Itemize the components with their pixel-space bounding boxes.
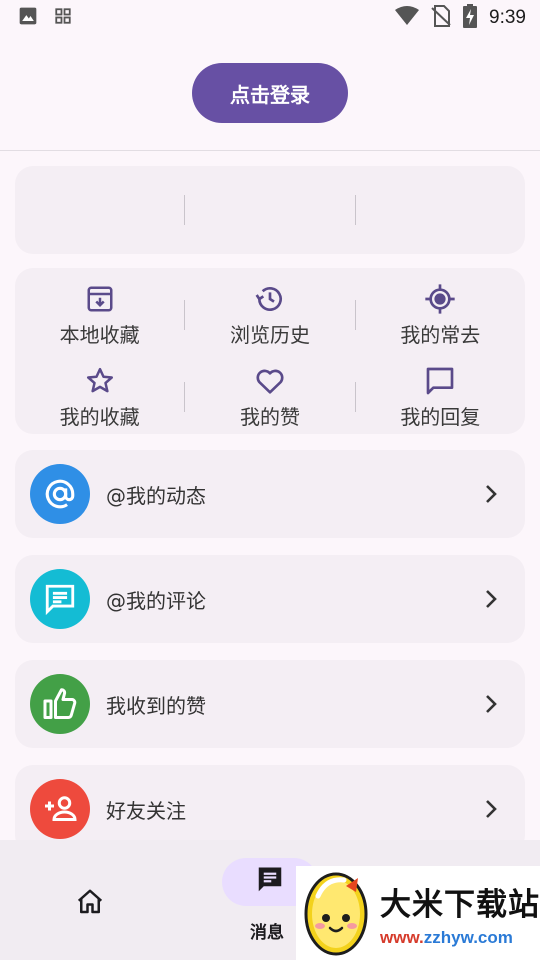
history-icon <box>254 283 286 315</box>
stats-card <box>15 166 525 254</box>
location-target-icon <box>424 283 456 315</box>
list-item-received-likes[interactable]: 我收到的赞 <box>15 660 525 748</box>
chevron-right-icon <box>479 797 503 821</box>
at-icon <box>30 464 90 524</box>
shortcut-label: 我的回复 <box>400 404 481 429</box>
watermark-url: www.zzhyw.com <box>380 928 513 948</box>
list-item-label: 好友关注 <box>106 798 186 823</box>
list-item-label: 我收到的赞 <box>106 693 206 718</box>
shortcut-label: 我的收藏 <box>59 404 140 429</box>
shortcut-my-replies[interactable]: 我的回复 <box>356 365 525 430</box>
heart-icon <box>254 365 286 397</box>
list-item-label: @我的动态 <box>106 483 206 508</box>
nav-messages-label: 消息 <box>250 923 284 943</box>
watermark-url-domain: zzhyw.com <box>423 927 513 947</box>
home-icon <box>75 887 105 921</box>
chat-icon <box>30 569 90 629</box>
shortcuts-card: 本地收藏 浏览历史 我的常去 我的收藏 我的赞 我的回复 <box>15 268 525 434</box>
stats-cell[interactable] <box>185 166 354 254</box>
archive-download-icon <box>84 283 116 315</box>
watermark-url-prefix: www. <box>380 927 424 947</box>
add-person-icon <box>30 779 90 839</box>
rice-mascot-logo <box>296 866 376 960</box>
shortcut-my-likes[interactable]: 我的赞 <box>185 365 354 430</box>
clock: 9:39 <box>489 7 526 28</box>
status-bar: 9:39 <box>0 0 540 36</box>
shortcut-history[interactable]: 浏览历史 <box>185 283 354 348</box>
image-icon <box>18 6 38 30</box>
list-item-mention-comments[interactable]: @我的评论 <box>15 555 525 643</box>
list-item-mention-posts[interactable]: @我的动态 <box>15 450 525 538</box>
stats-cell[interactable] <box>356 166 525 254</box>
apps-grid-icon <box>54 7 72 29</box>
header-divider <box>0 150 540 151</box>
shortcut-my-favorites[interactable]: 我的收藏 <box>15 365 184 430</box>
shortcut-frequent-places[interactable]: 我的常去 <box>356 283 525 348</box>
wifi-icon <box>395 6 420 30</box>
thumb-up-icon <box>30 674 90 734</box>
star-icon <box>84 365 116 397</box>
no-sim-icon <box>431 5 451 31</box>
watermark: 大米下载站 www.zzhyw.com <box>296 866 540 960</box>
login-button[interactable]: 点击登录 <box>192 63 348 123</box>
shortcut-label: 本地收藏 <box>59 322 140 347</box>
comment-icon <box>424 365 456 397</box>
nav-home[interactable] <box>70 884 110 924</box>
shortcut-label: 我的赞 <box>239 404 300 429</box>
list-item-label: @我的评论 <box>106 588 206 613</box>
chevron-right-icon <box>479 482 503 506</box>
chevron-right-icon <box>479 587 503 611</box>
stats-cell[interactable] <box>15 166 184 254</box>
battery-charging-icon <box>463 4 478 32</box>
shortcut-label: 浏览历史 <box>229 322 310 347</box>
shortcut-local-favorites[interactable]: 本地收藏 <box>15 283 184 348</box>
message-icon <box>255 865 285 899</box>
watermark-title: 大米下载站 <box>380 886 540 923</box>
shortcut-label: 我的常去 <box>400 322 481 347</box>
chevron-right-icon <box>479 692 503 716</box>
